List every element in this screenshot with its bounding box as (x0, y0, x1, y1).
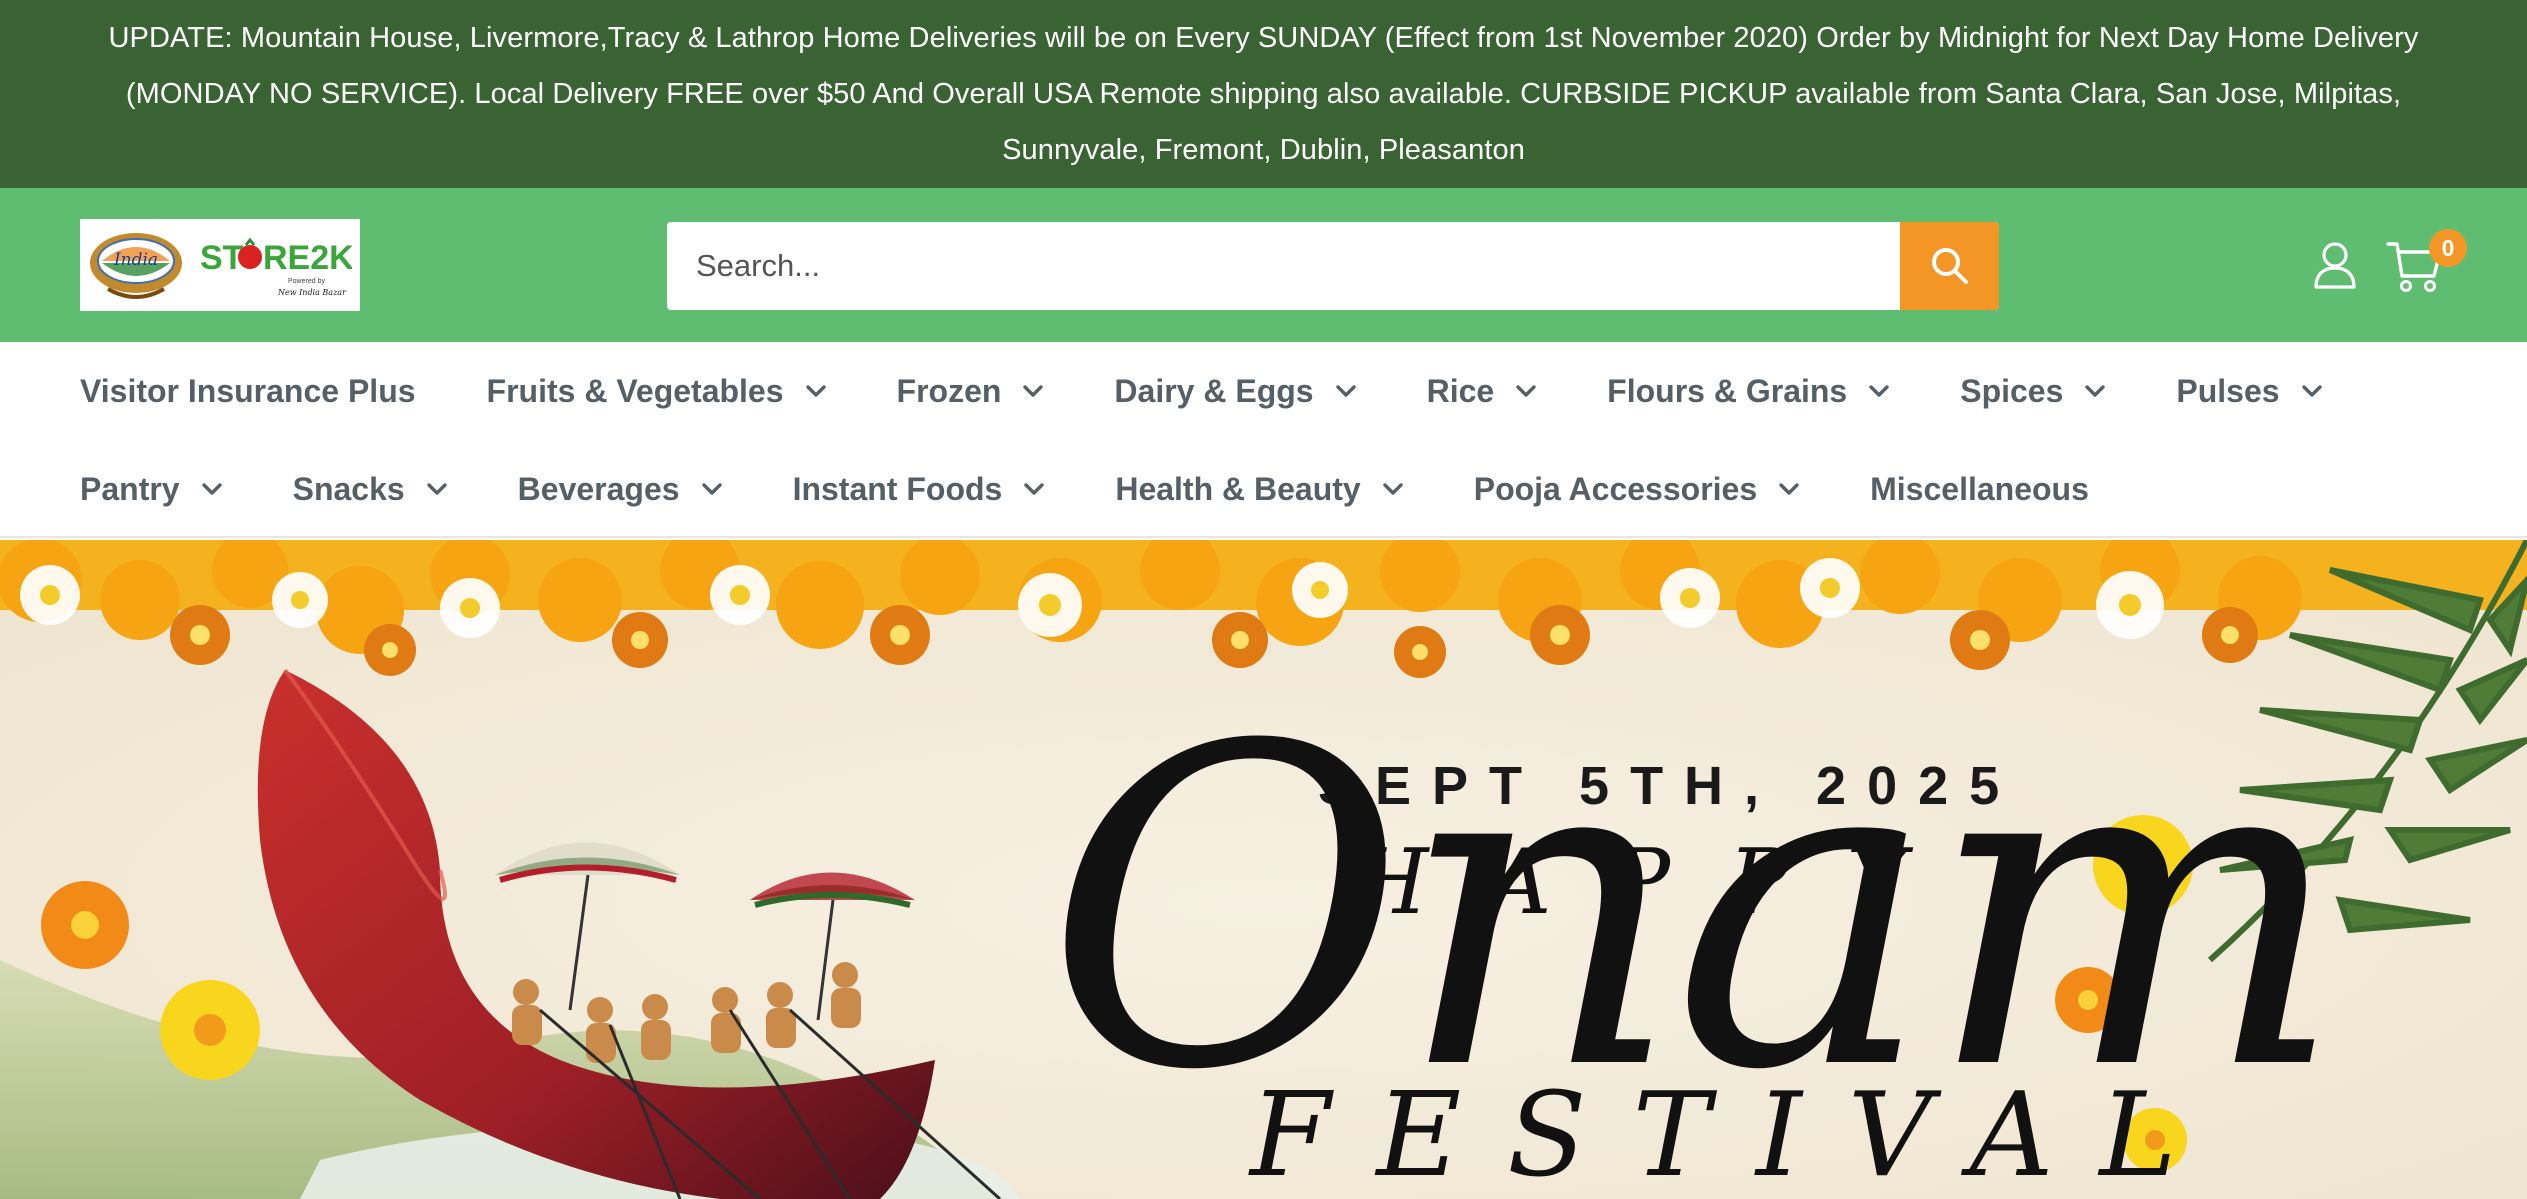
nav-row: Visitor Insurance Plus Fruits & Vegetabl… (80, 342, 2393, 440)
nav-item-beverages[interactable]: Beverages (518, 471, 722, 508)
nav-item-dairy-eggs[interactable]: Dairy & Eggs (1114, 372, 1356, 410)
cart-count-badge: 0 (2429, 229, 2467, 267)
nav-row: Pantry Snacks Beverages Instant Foods He… (80, 440, 2160, 538)
logo-graphic: India ST RE2K Powered by New India Bazar (90, 233, 352, 299)
chevron-down-icon (1024, 482, 1045, 496)
hero-festival: FESTIVAL (1250, 1068, 2223, 1199)
nav-item-instant-foods[interactable]: Instant Foods (793, 471, 1045, 508)
svg-text:Powered by: Powered by (288, 278, 325, 285)
nav-item-label: Miscellaneous (1870, 470, 2089, 507)
chevron-down-icon (701, 482, 722, 496)
nav-item-pooja-accessories[interactable]: Pooja Accessories (1474, 471, 1799, 508)
nav-item-label: Dairy & Eggs (1114, 372, 1314, 409)
nav-item-label: Snacks (292, 470, 405, 507)
nav-item-visitor-insurance-plus[interactable]: Visitor Insurance Plus (80, 373, 416, 410)
nav-item-label: Frozen (896, 372, 1002, 409)
nav-item-label: Pooja Accessories (1473, 470, 1758, 507)
chevron-down-icon (2085, 384, 2106, 398)
nav-item-flours-grains[interactable]: Flours & Grains (1607, 373, 1889, 410)
nav-item-label: Instant Foods (792, 470, 1003, 507)
nav-item-snacks[interactable]: Snacks (293, 471, 447, 508)
search-bar (667, 222, 1999, 310)
nav-item-pantry[interactable]: Pantry (80, 471, 222, 508)
nav-item-spices[interactable]: Spices (1960, 372, 2106, 410)
chevron-down-icon (1779, 482, 1799, 496)
chevron-down-icon (1335, 384, 1356, 398)
nav-item-label: Pantry (80, 470, 180, 507)
chevron-down-icon (1023, 384, 1044, 398)
search-button[interactable] (1900, 222, 1999, 310)
nav-item-label: Rice (1426, 372, 1495, 409)
site-header: India ST RE2K Powered by New India Bazar (0, 188, 2527, 342)
hero-text: SEPT 5TH, 2025 HAPPY Onam FESTIVAL (0, 540, 2527, 1199)
hero-banner[interactable]: SEPT 5TH, 2025 HAPPY Onam FESTIVAL (0, 540, 2527, 1199)
chevron-down-icon (426, 482, 447, 496)
announcement-text: UPDATE: Mountain House, Livermore,Tracy … (108, 22, 2419, 166)
search-icon (1931, 248, 1968, 284)
chevron-down-icon (1383, 482, 1403, 496)
account-button[interactable] (2311, 240, 2359, 290)
store-logo[interactable]: India ST RE2K Powered by New India Bazar (80, 219, 360, 311)
chevron-down-icon (201, 482, 222, 496)
search-input[interactable] (667, 222, 1900, 310)
nav-item-health-beauty[interactable]: Health & Beauty (1115, 470, 1403, 508)
chevron-down-icon (2301, 384, 2322, 398)
svg-text:New India Bazar: New India Bazar (277, 288, 347, 297)
nav-item-label: Health & Beauty (1115, 470, 1361, 507)
nav-item-rice[interactable]: Rice (1427, 373, 1537, 410)
nav-item-label: Pulses (2176, 372, 2280, 409)
announcement-bar: UPDATE: Mountain House, Livermore,Tracy … (0, 0, 2527, 188)
svg-text:India: India (113, 250, 158, 270)
chevron-down-icon (805, 384, 826, 398)
nav-item-frozen[interactable]: Frozen (897, 373, 1044, 410)
svg-text:RE2K: RE2K (263, 239, 352, 277)
chevron-down-icon (1869, 384, 1889, 398)
nav-item-label: Beverages (517, 470, 680, 507)
nav-item-label: Fruits & Vegetables (486, 372, 784, 409)
hero-onam: Onam (1045, 654, 2345, 1166)
main-navigation: Visitor Insurance Plus Fruits & Vegetabl… (0, 342, 2527, 538)
nav-item-pulses[interactable]: Pulses (2176, 372, 2322, 410)
nav-item-fruits-vegetables[interactable]: Fruits & Vegetables (487, 373, 826, 410)
nav-item-label: Visitor Insurance Plus (80, 372, 416, 409)
chevron-down-icon (1516, 384, 1536, 398)
nav-item-label: Spices (1960, 372, 2064, 409)
nav-item-miscellaneous[interactable]: Miscellaneous (1870, 471, 2089, 508)
nav-item-label: Flours & Grains (1607, 372, 1848, 409)
svg-text:ST: ST (200, 239, 244, 277)
account-icon (2314, 242, 2356, 289)
